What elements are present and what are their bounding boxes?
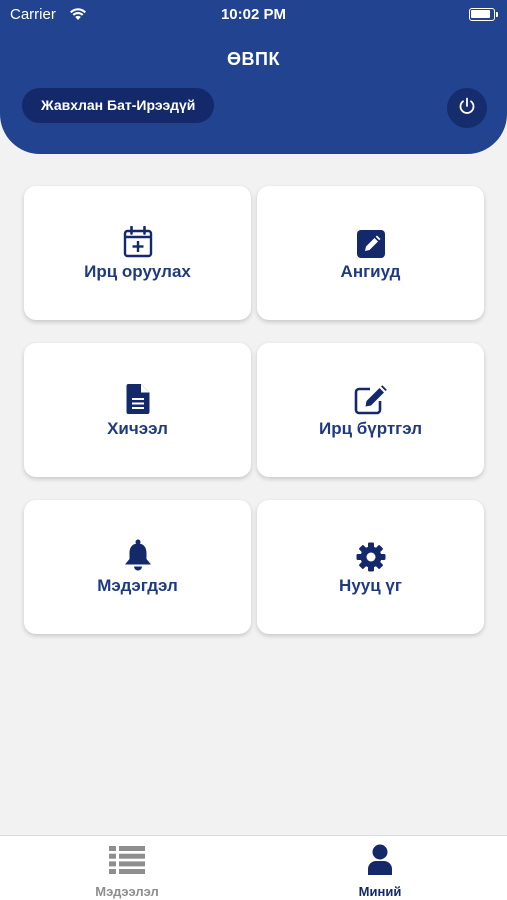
tile-label: Ангиуд [340,262,401,281]
user-icon [300,844,460,876]
tab-label: Мэдээлэл [95,884,159,899]
logout-button[interactable] [447,88,487,128]
tile-label: Хичээл [107,419,168,438]
tile-label: Ирц бүртгэл [318,419,423,438]
bell-icon [123,538,153,572]
page-title: ӨВПК [227,49,280,69]
pen-square-icon [354,381,388,415]
tile-attendance-entry[interactable]: Ирц оруулах [24,186,251,320]
tab-bar: Мэдээлэл Миний [0,835,507,900]
tile-label: Ирц оруулах [84,262,191,281]
tab-mine[interactable]: Миний [300,844,460,899]
edit-square-icon [356,224,385,258]
tile-label: Нууц үг [339,576,402,595]
gear-icon [356,538,386,572]
status-time: 10:02 PM [220,6,287,23]
tile-classes[interactable]: Ангиуд [257,186,484,320]
tile-lessons[interactable]: Хичээл [24,343,251,477]
tile-password[interactable]: Нууц үг [257,500,484,634]
document-icon [125,381,151,415]
tab-information[interactable]: Мэдээлэл [47,844,207,899]
tile-notifications[interactable]: Мэдэгдэл [24,500,251,634]
status-bar: Carrier 10:02 PM [0,0,507,32]
user-name-badge[interactable]: Жавхлан Бат-Ирээдүй [22,88,215,123]
tab-label: Миний [358,884,402,899]
tile-attendance-records[interactable]: Ирц бүртгэл [257,343,484,477]
list-icon [47,844,207,876]
calendar-plus-icon [123,224,153,258]
power-icon [457,96,477,121]
battery-icon [469,8,498,21]
tile-label: Мэдэгдэл [97,576,178,595]
app-header: Carrier 10:02 PM ӨВПК Жавхлан Бат-Ирээдү… [0,0,507,154]
